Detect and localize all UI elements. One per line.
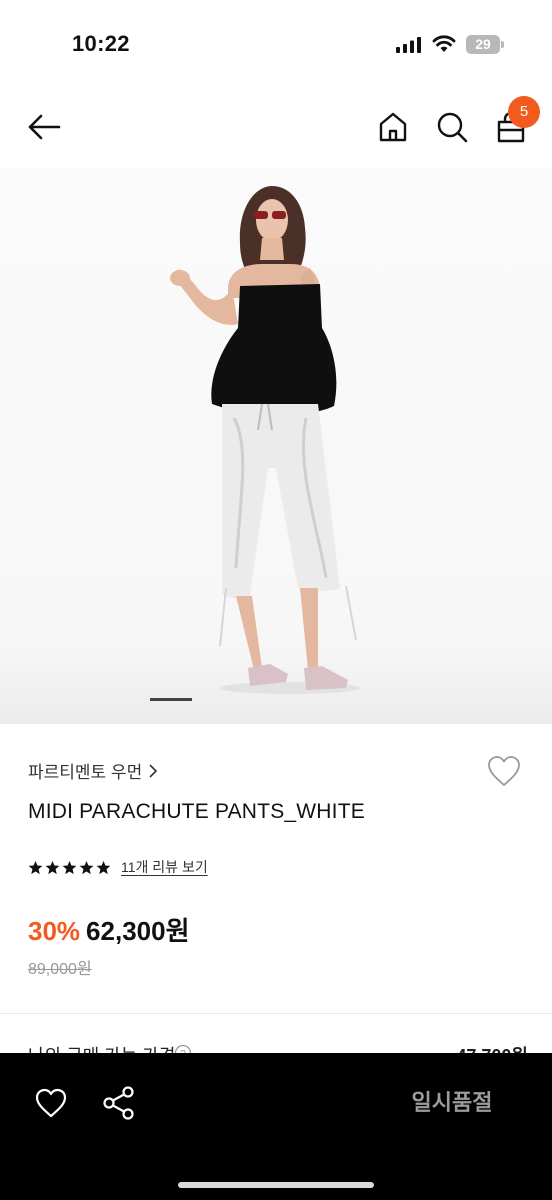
signal-icon	[396, 37, 421, 53]
chevron-right-icon	[149, 763, 158, 778]
nav-bar: 5	[0, 96, 552, 160]
back-arrow-icon[interactable]	[26, 112, 62, 142]
brand-link[interactable]: 파르티멘토 우먼	[28, 758, 158, 783]
search-icon[interactable]	[435, 110, 469, 144]
wishlist-heart-icon[interactable]	[486, 754, 522, 788]
battery-icon: 29	[466, 35, 504, 54]
status-time: 10:22	[72, 31, 130, 56]
bottom-action-bar: 일시품절	[0, 1053, 552, 1200]
model-photo	[170, 186, 360, 694]
brand-name: 파르티멘토 우먼	[28, 763, 143, 782]
sold-out-button[interactable]: 일시품절	[380, 1081, 524, 1125]
gallery-page-indicator	[150, 698, 192, 701]
rating-row: 11개 리뷰 보기	[28, 857, 208, 877]
sale-price: 62,300원	[86, 916, 190, 946]
heart-icon[interactable]	[34, 1087, 68, 1119]
star-icon	[79, 860, 94, 874]
home-indicator	[178, 1182, 374, 1188]
star-icon	[96, 860, 111, 874]
share-icon[interactable]	[102, 1085, 136, 1121]
discount-rate: 30%	[28, 916, 81, 946]
status-bar: 10:22 29	[0, 0, 552, 80]
star-icon	[62, 860, 77, 874]
battery-level: 29	[466, 35, 500, 54]
home-icon[interactable]	[376, 110, 410, 144]
wifi-icon	[432, 35, 456, 52]
product-image[interactable]	[0, 168, 552, 724]
review-link[interactable]: 11개 리뷰 보기	[121, 857, 208, 877]
price-row: 30% 62,300원	[28, 911, 190, 948]
divider	[0, 1013, 552, 1014]
star-rating	[28, 860, 111, 875]
product-title: MIDI PARACHUTE PANTS_WHITE	[28, 800, 365, 823]
original-price: 89,000원	[28, 961, 92, 978]
cart-count-badge: 5	[508, 96, 540, 128]
star-icon	[45, 860, 60, 874]
star-icon	[28, 860, 43, 874]
